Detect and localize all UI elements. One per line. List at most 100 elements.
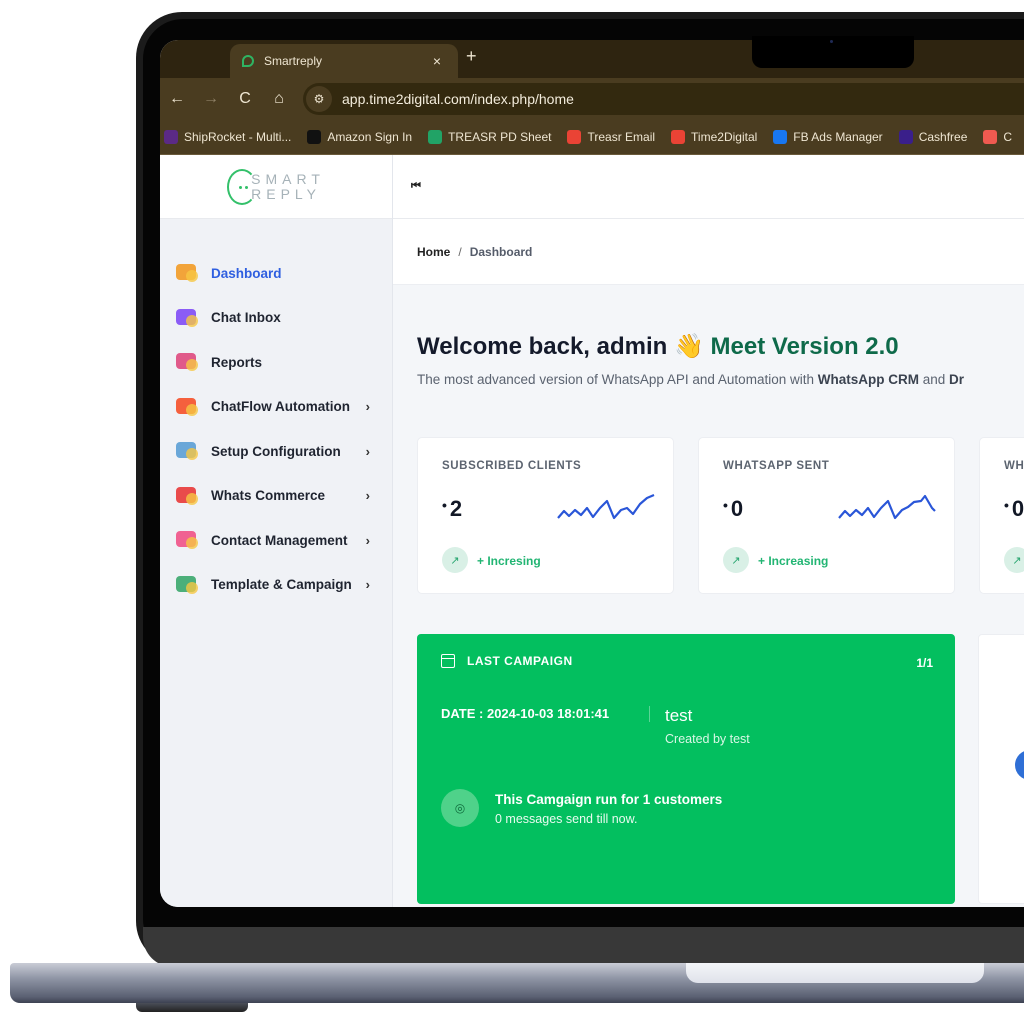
gmail-icon bbox=[567, 130, 582, 144]
sidebar-item-label: Reports bbox=[211, 354, 263, 370]
stat-card-third: WH • 0 ↗ bbox=[979, 437, 1024, 594]
bookmark-label: TREASR PD Sheet bbox=[448, 130, 552, 144]
page-subtitle: The most advanced version of WhatsApp AP… bbox=[417, 372, 964, 387]
sparkline bbox=[557, 494, 655, 520]
new-tab-button[interactable]: + bbox=[466, 46, 477, 67]
trend-text: + Incresing bbox=[477, 554, 541, 568]
subtitle-text: The most advanced version of WhatsApp AP… bbox=[417, 372, 818, 387]
chevron-right-icon[interactable]: › bbox=[366, 488, 370, 503]
campaign-created-by: Created by test bbox=[665, 732, 750, 746]
sidebar: SMART REPLY Dashboard Chat Inbox Reports Ch… bbox=[160, 155, 393, 907]
breadcrumb: Home / Dashboard bbox=[393, 219, 1024, 285]
bookmark-item[interactable]: Treasr Email bbox=[567, 130, 655, 144]
chatflow-icon bbox=[174, 395, 202, 419]
sidebar-item-chatflow-automation[interactable]: ChatFlow Automation › bbox=[160, 385, 392, 430]
bookmark-label: Cashfree bbox=[918, 130, 968, 144]
campaign-header: LAST CAMPAIGN bbox=[467, 654, 573, 668]
last-campaign-card: LAST CAMPAIGN 1/1 DATE : 2024-10-03 18:0… bbox=[417, 634, 955, 904]
bookmark-label: Time2Digital bbox=[691, 130, 758, 144]
sidebar-menu: Dashboard Chat Inbox Reports ChatFlow Autom… bbox=[160, 219, 392, 607]
sparkline-chart bbox=[557, 494, 655, 520]
sidebar-item-label: Whats Commerce bbox=[211, 488, 326, 504]
bullet-icon: • bbox=[723, 497, 728, 513]
subtitle-crm: WhatsApp CRM bbox=[817, 372, 919, 387]
subtitle-and: and bbox=[918, 372, 950, 387]
subtitle-truncated: Dr bbox=[949, 372, 965, 387]
sidebar-item-label: Chat Inbox bbox=[211, 310, 281, 326]
collapse-sidebar-icon[interactable]: ⏮ bbox=[411, 180, 421, 193]
laptop-foot bbox=[136, 1003, 248, 1012]
reports-icon bbox=[174, 350, 202, 374]
chevron-right-icon[interactable]: › bbox=[366, 399, 370, 414]
app: SMART REPLY Dashboard Chat Inbox Reports Ch… bbox=[160, 155, 1024, 907]
stat-label: WHATSAPP SENT bbox=[723, 460, 830, 472]
logo-text-line1: SMART bbox=[251, 170, 325, 187]
divider bbox=[649, 706, 650, 722]
shiprocket-icon bbox=[164, 130, 178, 144]
breadcrumb-home[interactable]: Home bbox=[417, 245, 450, 259]
main-content: ⏮ Home / Dashboard Welcome back, admin 👋… bbox=[393, 155, 1024, 907]
amazon-icon bbox=[307, 130, 322, 144]
tab-title: Smartreply bbox=[264, 54, 323, 68]
bullet-icon: • bbox=[1004, 497, 1009, 513]
version-title: Meet Version 2.0 bbox=[703, 333, 899, 360]
stat-card-whatsapp-sent: WHATSAPP SENT • 0 ↗ + Increasing bbox=[698, 437, 955, 594]
site-settings-icon[interactable]: ⚙ bbox=[306, 86, 332, 112]
bookmark-item[interactable]: ShipRocket - Multi... bbox=[164, 130, 291, 144]
stat-value: 2 bbox=[449, 496, 463, 521]
trend-up-icon: ↗ bbox=[723, 547, 749, 573]
camera-notch bbox=[752, 36, 914, 68]
sidebar-item-dashboard[interactable]: Dashboard bbox=[160, 251, 392, 296]
bookmarks-bar: ShipRocket - Multi... Amazon Sign In TREAS… bbox=[160, 120, 1024, 155]
sidebar-item-contact-management[interactable]: Contact Management › bbox=[160, 518, 392, 563]
sidebar-item-label: Dashboard bbox=[211, 265, 282, 281]
sidebar-item-reports[interactable]: Reports bbox=[160, 340, 392, 385]
bookmark-item[interactable]: TREASR PD Sheet bbox=[428, 130, 551, 144]
top-bar: ⏮ bbox=[393, 155, 1024, 219]
template-campaign-icon bbox=[174, 573, 202, 597]
bookmark-label: Treasr Email bbox=[587, 130, 656, 144]
chevron-right-icon[interactable]: › bbox=[366, 533, 370, 548]
browser-tab[interactable]: Smartreply × bbox=[230, 44, 458, 78]
chevron-right-icon[interactable]: › bbox=[366, 444, 370, 459]
trend-text: + Increasing bbox=[758, 554, 829, 568]
location-pin-icon: ◎ bbox=[441, 789, 479, 827]
close-tab-icon[interactable]: × bbox=[426, 53, 448, 69]
meta-icon bbox=[773, 130, 788, 144]
campaign-pagination[interactable]: 1/1 bbox=[916, 656, 933, 670]
bookmark-item[interactable]: Cashfree bbox=[898, 130, 968, 144]
trend-up-icon: ↗ bbox=[1004, 547, 1024, 573]
campaign-date: DATE : 2024-10-03 18:01:41 bbox=[441, 706, 610, 721]
page-title: Welcome back, admin 👋 Meet Version 2.0 bbox=[417, 332, 899, 361]
bookmark-label: FB Ads Manager bbox=[793, 130, 883, 144]
smartreply-favicon-icon bbox=[242, 55, 254, 67]
reload-icon[interactable]: C bbox=[228, 90, 262, 108]
home-icon[interactable]: ⌂ bbox=[262, 90, 296, 108]
chevron-right-icon[interactable]: › bbox=[366, 577, 370, 592]
welcome-greeting: Welcome back, admin bbox=[417, 333, 674, 360]
address-bar[interactable]: ⚙ app.time2digital.com/index.php/home bbox=[303, 83, 1024, 115]
bookmark-item[interactable]: Amazon Sign In bbox=[307, 130, 412, 144]
url-text[interactable]: app.time2digital.com/index.php/home bbox=[342, 91, 574, 107]
sidebar-item-whats-commerce[interactable]: Whats Commerce › bbox=[160, 474, 392, 519]
campaign-name: test bbox=[665, 706, 693, 725]
sidebar-item-chat-inbox[interactable]: Chat Inbox bbox=[160, 296, 392, 341]
logo[interactable]: SMART REPLY bbox=[160, 155, 392, 219]
bookmark-label: Amazon Sign In bbox=[327, 130, 413, 144]
forward-icon[interactable]: → bbox=[194, 90, 228, 108]
bookmark-item[interactable]: C bbox=[983, 130, 1012, 144]
sidebar-item-label: Contact Management bbox=[211, 532, 348, 548]
bookmark-label: C bbox=[1003, 130, 1013, 144]
stat-value: 0 bbox=[1011, 496, 1024, 521]
bookmark-item[interactable]: FB Ads Manager bbox=[773, 130, 883, 144]
waving-hand-icon: 👋 bbox=[673, 333, 704, 360]
bookmark-item[interactable]: Time2Digital bbox=[671, 130, 757, 144]
sidebar-item-template-campaign[interactable]: Template & Campaign › bbox=[160, 563, 392, 608]
stat-label: SUBSCRIBED CLIENTS bbox=[442, 460, 582, 472]
back-icon[interactable]: ← bbox=[160, 90, 194, 108]
stat-card-subscribed-clients: SUBSCRIBED CLIENTS • 2 ↗ + Incresing bbox=[417, 437, 674, 594]
sidebar-item-setup-configuration[interactable]: Setup Configuration › bbox=[160, 429, 392, 474]
stat-value: 0 bbox=[730, 496, 744, 521]
ring-icon bbox=[983, 130, 998, 144]
gmail-icon bbox=[671, 130, 686, 144]
